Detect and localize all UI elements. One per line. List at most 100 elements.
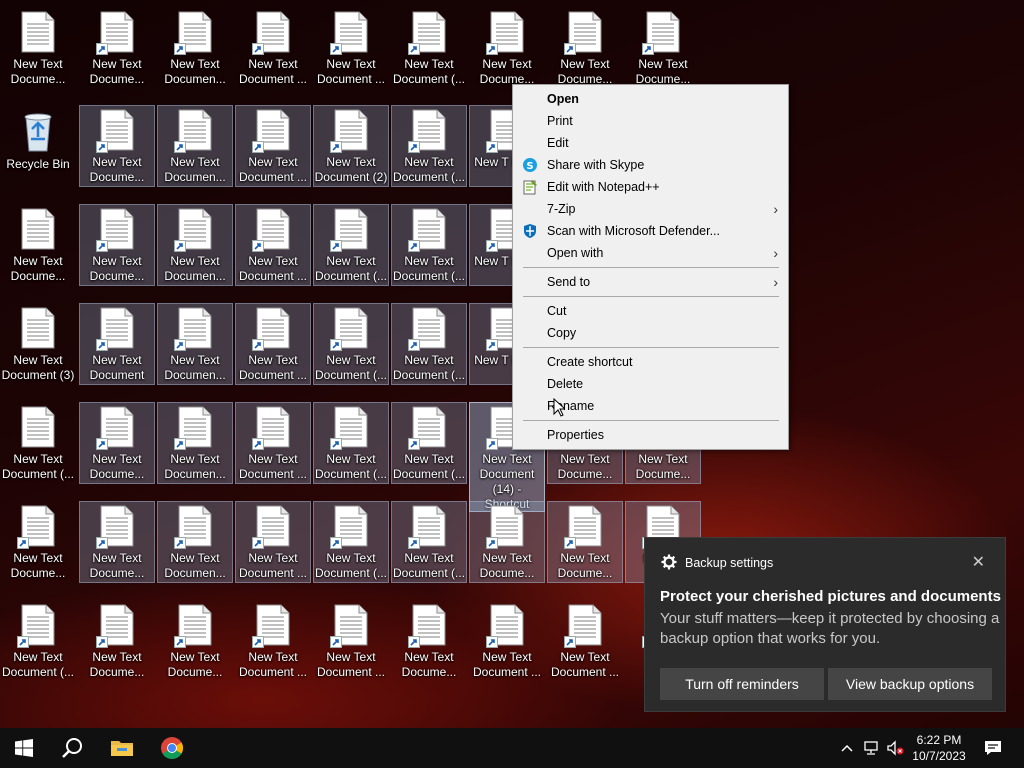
desktop-file-icon[interactable]: New Text Docume...: [79, 600, 155, 682]
close-icon[interactable]: ✕: [972, 552, 985, 572]
menu-properties[interactable]: Properties: [513, 424, 788, 446]
desktop-file-icon[interactable]: New Text Documen...: [157, 7, 233, 89]
desktop-file-icon[interactable]: New Text Document ...: [313, 7, 389, 89]
desktop-file-icon[interactable]: New Text Document ...: [547, 600, 623, 682]
desktop-file-label: New Text Document (...: [392, 254, 466, 283]
desktop-file-icon[interactable]: New Text Docume...: [547, 7, 623, 89]
desktop-file-icon[interactable]: New Text Document ...: [235, 501, 311, 583]
menu-delete-label: Delete: [547, 377, 584, 391]
desktop-file-icon[interactable]: New Text Document (2): [313, 105, 389, 187]
desktop-file-icon[interactable]: New Text Document (...: [313, 402, 389, 484]
desktop-file-icon[interactable]: New Text Docume...: [79, 204, 155, 286]
text-document-icon: [96, 11, 134, 55]
desktop-file-icon[interactable]: New Text Document (...: [313, 303, 389, 385]
desktop-file-icon[interactable]: New Text Document ...: [235, 303, 311, 385]
desktop-file-icon[interactable]: New Text Docume...: [391, 600, 467, 682]
desktop-file-icon[interactable]: New Text Documen...: [157, 501, 233, 583]
desktop-file-icon[interactable]: New Text Document (...: [391, 105, 467, 187]
menu-7zip[interactable]: 7-Zip ›: [513, 198, 788, 220]
turn-off-reminders-button[interactable]: Turn off reminders: [660, 668, 824, 700]
desktop-file-icon[interactable]: New Text Docume...: [157, 600, 233, 682]
desktop-file-icon[interactable]: New Text Docume...: [79, 402, 155, 484]
desktop-file-icon[interactable]: New Text Document ...: [235, 204, 311, 286]
menu-cut[interactable]: Cut: [513, 300, 788, 322]
desktop-file-label: New Text Docume...: [401, 650, 457, 679]
menu-scan-defender[interactable]: Scan with Microsoft Defender...: [513, 220, 788, 242]
desktop-file-icon[interactable]: New Text Docume...: [79, 7, 155, 89]
text-document-icon: [408, 307, 446, 351]
desktop-file-icon[interactable]: New Text Documen...: [157, 303, 233, 385]
desktop-file-icon[interactable]: New Text Document (...: [391, 204, 467, 286]
shortcut-arrow-icon: [330, 636, 342, 648]
search-button[interactable]: [48, 728, 96, 768]
recycle-bin[interactable]: Recycle Bin: [0, 105, 76, 187]
desktop-file-label: New Text Document (...: [314, 452, 388, 481]
text-document-icon: [252, 11, 290, 55]
start-button[interactable]: [0, 728, 48, 768]
desktop-file-icon[interactable]: New Text Docume...: [547, 501, 623, 583]
desktop-file-icon[interactable]: New Text Docume...: [469, 7, 545, 89]
menu-print[interactable]: Print: [513, 110, 788, 132]
desktop-file-icon[interactable]: New Text Document ...: [469, 600, 545, 682]
desktop-file-icon[interactable]: New Text Docume...: [0, 204, 76, 286]
menu-open[interactable]: Open: [513, 88, 788, 110]
desktop-file-icon[interactable]: New Text Document ...: [235, 600, 311, 682]
volume-tray[interactable]: [884, 728, 906, 768]
desktop-file-icon[interactable]: New Text Document (...: [391, 7, 467, 89]
backup-notification[interactable]: Backup settings ✕ Protect your cherished…: [644, 537, 1006, 712]
action-center-button[interactable]: [980, 728, 1006, 768]
desktop-file-icon[interactable]: New Text Docume...: [79, 501, 155, 583]
desktop-file-icon[interactable]: New Text Docume...: [0, 7, 76, 89]
menu-share-skype[interactable]: S Share with Skype: [513, 154, 788, 176]
show-hidden-icons[interactable]: [838, 728, 856, 768]
desktop-file-icon[interactable]: New Text Document (...: [391, 402, 467, 484]
recycle-bin-icon: [24, 113, 52, 152]
text-document-icon: [408, 109, 446, 153]
text-document-icon: [330, 406, 368, 450]
shortcut-arrow-icon: [96, 339, 108, 351]
chrome-button[interactable]: [148, 728, 196, 768]
file-explorer-button[interactable]: [98, 728, 146, 768]
desktop-file-icon[interactable]: New Text Document (...: [0, 600, 76, 682]
desktop-file-icon[interactable]: New Text Docume...: [79, 105, 155, 187]
menu-delete[interactable]: Delete: [513, 373, 788, 395]
desktop-file-icon[interactable]: New Text Document (...: [0, 402, 76, 484]
network-tray[interactable]: [860, 728, 882, 768]
text-document-icon: [21, 208, 55, 250]
desktop-file-icon[interactable]: New Text Document (...: [313, 501, 389, 583]
desktop-file-icon[interactable]: New Text Document ...: [235, 402, 311, 484]
shortcut-arrow-icon: [174, 636, 186, 648]
desktop-file-icon[interactable]: New Text Docume...: [469, 501, 545, 583]
text-document-icon: [330, 208, 368, 252]
gear-icon: [661, 554, 677, 570]
desktop-file-icon[interactable]: New Text Docume...: [625, 7, 701, 89]
desktop-file-icon[interactable]: New Text Document (...: [313, 204, 389, 286]
desktop-file-icon[interactable]: New Text Docume...: [0, 501, 76, 583]
desktop-file-icon[interactable]: New Text Documen...: [157, 204, 233, 286]
menu-copy[interactable]: Copy: [513, 322, 788, 344]
shortcut-arrow-icon: [252, 43, 264, 55]
desktop-file-label: New Text Document ...: [238, 254, 308, 283]
desktop-file-label: New Text Documen...: [164, 254, 226, 283]
clock[interactable]: 6:22 PM 10/7/2023: [906, 732, 972, 764]
desktop-file-icon[interactable]: New Text Document (3): [0, 303, 76, 385]
menu-create-shortcut[interactable]: Create shortcut: [513, 351, 788, 373]
desktop-file-icon[interactable]: New Text Documen...: [157, 402, 233, 484]
desktop-file-icon[interactable]: New Text Document (...: [391, 501, 467, 583]
menu-open-with[interactable]: Open with ›: [513, 242, 788, 264]
desktop-file-icon[interactable]: New Text Document: [79, 303, 155, 385]
chevron-up-icon: [841, 744, 853, 752]
desktop-file-icon[interactable]: New Text Documen...: [157, 105, 233, 187]
desktop-file-icon[interactable]: New Text Document ...: [313, 600, 389, 682]
text-document-icon: [96, 109, 134, 153]
desktop-file-label: New Text Document (...: [314, 551, 388, 580]
desktop-file-icon[interactable]: New Text Document ...: [235, 105, 311, 187]
view-backup-options-button[interactable]: View backup options: [828, 668, 992, 700]
desktop-file-icon[interactable]: New Text Document ...: [235, 7, 311, 89]
menu-send-to[interactable]: Send to ›: [513, 271, 788, 293]
menu-edit[interactable]: Edit: [513, 132, 788, 154]
desktop-file-icon[interactable]: New Text Document (...: [391, 303, 467, 385]
desktop-file-label: New Text Docume...: [89, 155, 145, 184]
menu-edit-notepad[interactable]: Edit with Notepad++: [513, 176, 788, 198]
menu-separator: [523, 267, 779, 268]
